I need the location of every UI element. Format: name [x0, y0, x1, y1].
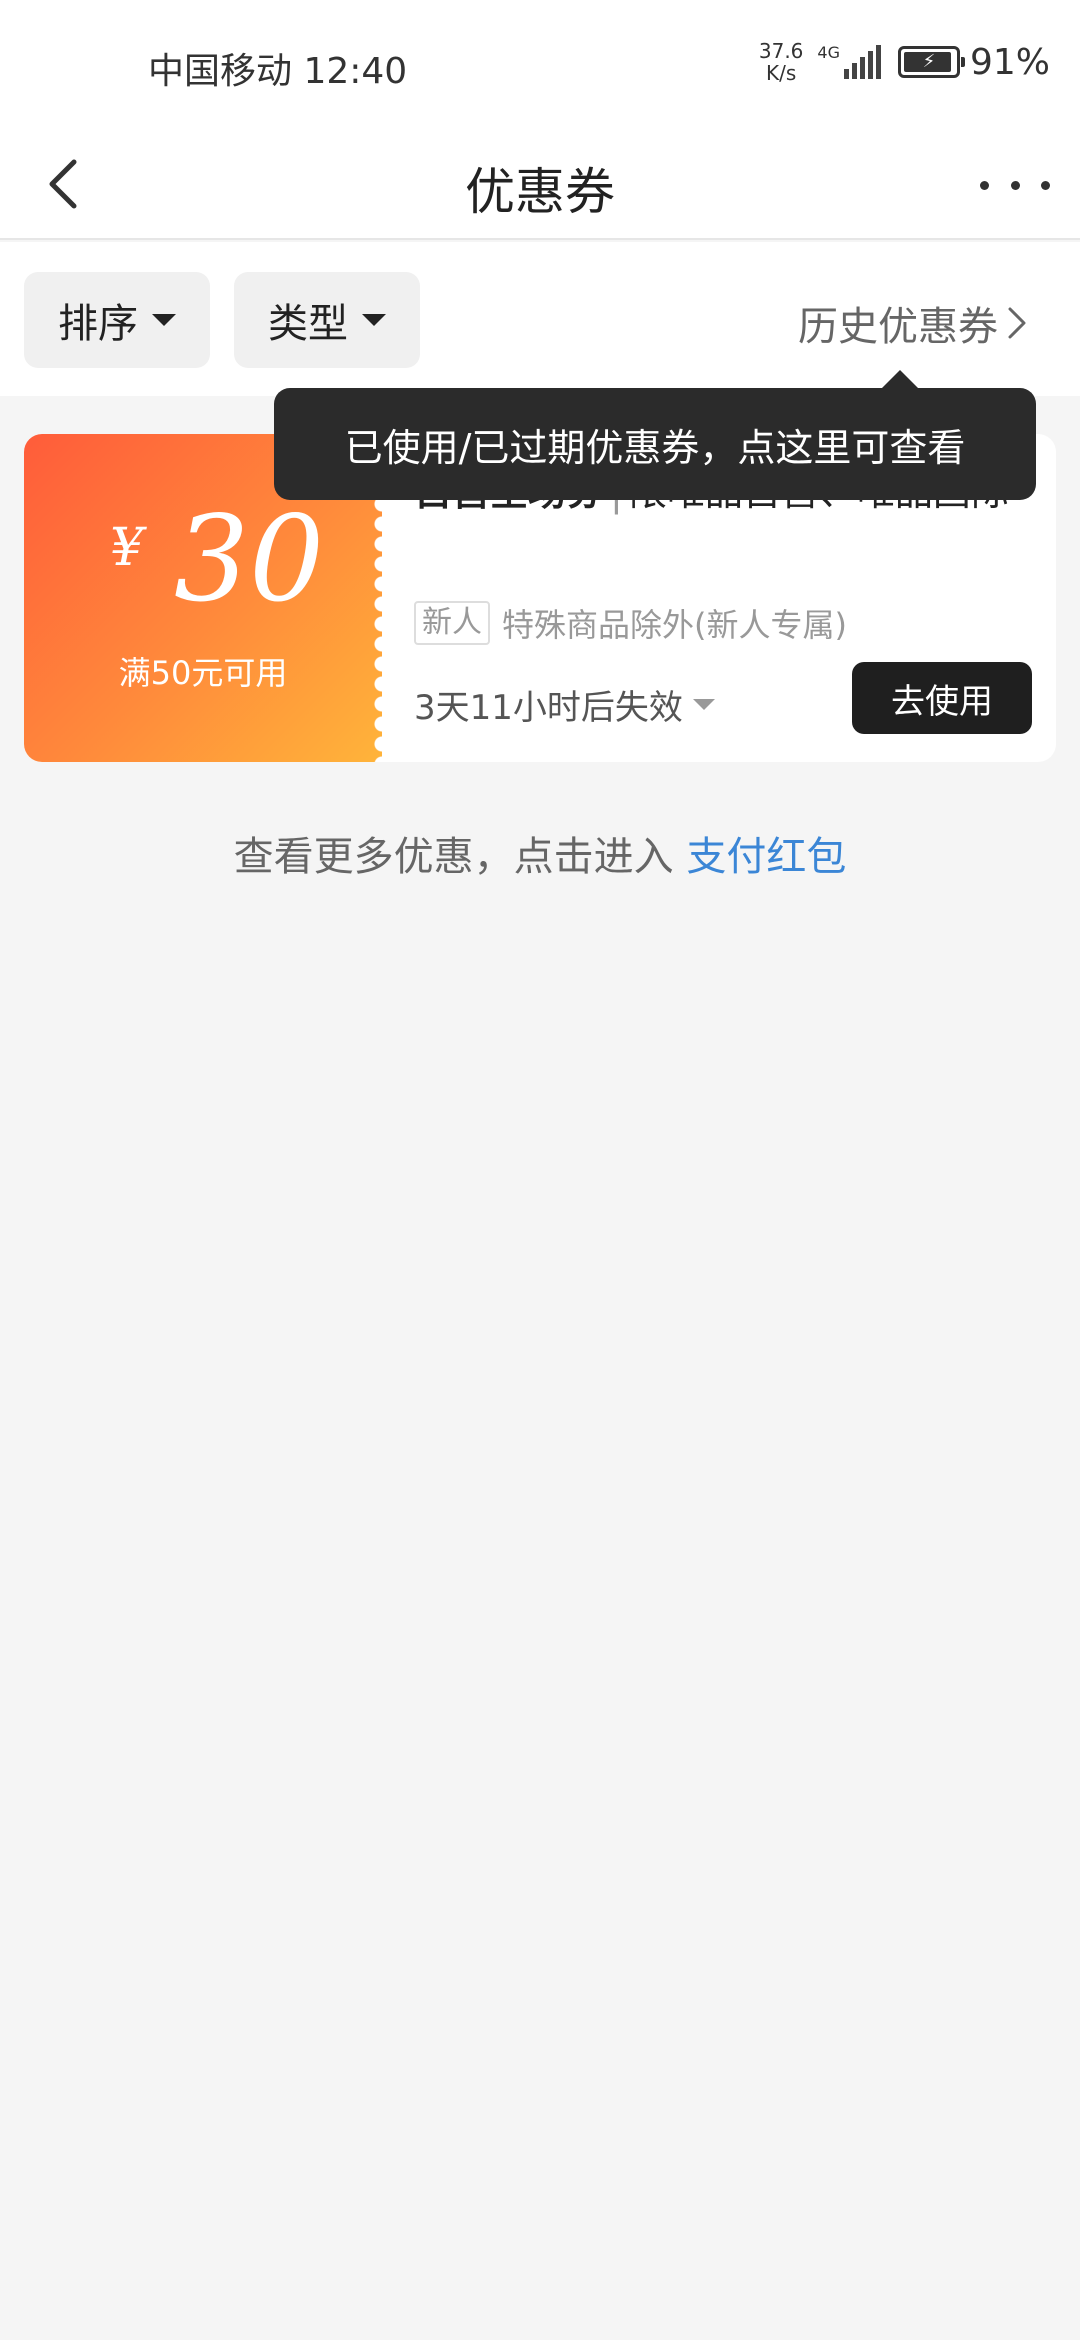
net-speed: 37.6 K/s: [759, 40, 804, 84]
network-type: 4G: [817, 43, 840, 62]
sort-dropdown[interactable]: 排序: [24, 272, 210, 368]
page-title: 优惠券: [465, 163, 615, 221]
history-label: 历史优惠券: [798, 304, 998, 350]
signal-icon: 4G: [817, 45, 884, 79]
new-user-badge: 新人: [414, 601, 490, 645]
type-label: 类型: [268, 301, 348, 347]
filter-bar: 排序 类型 历史优惠券: [0, 242, 1080, 396]
status-icons: 37.6 K/s 4G ⚡ 91%: [759, 40, 1050, 84]
caret-down-icon: [362, 314, 386, 326]
currency-symbol: ¥: [110, 518, 144, 578]
net-speed-value: 37.6: [758, 39, 804, 63]
coupon-tags: 新人 特殊商品除外(新人专属): [414, 600, 847, 646]
net-speed-unit: K/s: [766, 61, 797, 85]
history-coupons-link[interactable]: 历史优惠券: [798, 294, 1028, 352]
more-icon[interactable]: [980, 160, 1050, 210]
expiry-text: 3天11小时后失效: [414, 688, 683, 728]
coupon-restriction: 特殊商品除外(新人专属): [502, 606, 847, 644]
amount-value: 30: [174, 490, 325, 628]
caret-down-icon: [152, 314, 176, 326]
battery-icon: ⚡: [897, 46, 965, 78]
coupon-expiry[interactable]: 3天11小时后失效: [414, 680, 715, 729]
type-dropdown[interactable]: 类型: [234, 272, 420, 368]
sort-label: 排序: [58, 301, 138, 347]
history-tooltip[interactable]: 已使用/已过期优惠券，点这里可查看: [274, 370, 1036, 500]
use-coupon-button[interactable]: 去使用: [852, 662, 1032, 734]
more-offers-text: 查看更多优惠，点击进入: [233, 834, 687, 880]
payment-red-packet-link[interactable]: 支付红包: [686, 834, 846, 880]
coupon-threshold: 满50元可用: [118, 654, 288, 692]
more-offers-hint: 查看更多优惠，点击进入 支付红包: [0, 824, 1080, 882]
caret-down-icon: [692, 699, 715, 710]
nav-bar: 优惠券: [0, 130, 1080, 240]
chevron-right-icon: [1008, 307, 1026, 339]
battery-percent: 91%: [969, 41, 1050, 83]
tooltip-text: 已使用/已过期优惠券，点这里可查看: [344, 425, 966, 470]
status-bar: 中国移动 12:40 37.6 K/s 4G ⚡ 91%: [0, 0, 1080, 130]
carrier-time: 中国移动 12:40: [148, 51, 408, 92]
